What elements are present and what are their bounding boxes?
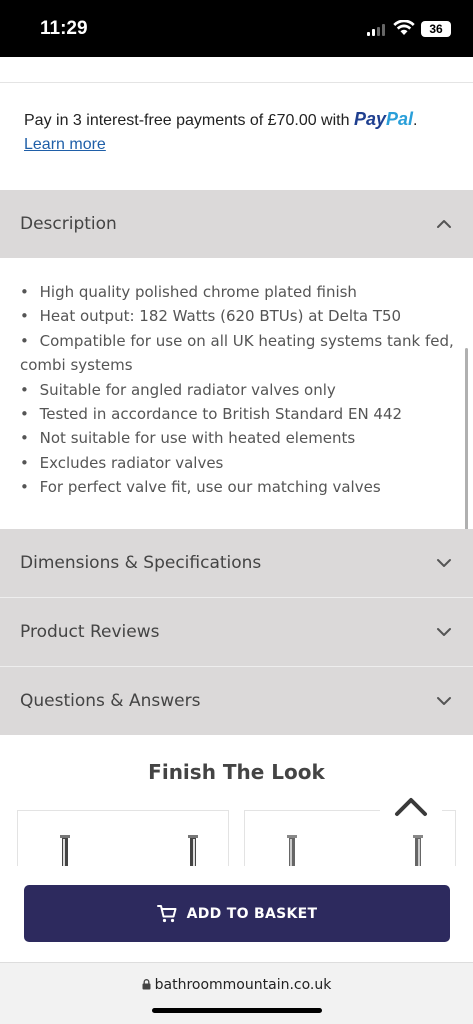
add-to-basket-label: ADD TO BASKET xyxy=(186,905,318,922)
chevron-up-icon xyxy=(437,220,451,228)
scroll-to-top-button[interactable] xyxy=(380,786,442,828)
list-item: • Excludes radiator valves xyxy=(20,453,224,472)
home-indicator[interactable] xyxy=(152,1008,322,1013)
lock-icon xyxy=(142,979,151,990)
paypal-text: Pay in 3 interest-free payments of £70.0… xyxy=(24,112,354,129)
add-to-basket-button[interactable]: ADD TO BASKET xyxy=(24,885,450,942)
cart-icon xyxy=(156,904,177,922)
list-item: • Suitable for angled radiator valves on… xyxy=(20,380,336,399)
accordion-title: Questions & Answers xyxy=(20,691,201,711)
description-list: • High quality polished chrome plated fi… xyxy=(20,280,460,500)
list-item: • Heat output: 182 Watts (620 BTUs) at D… xyxy=(20,307,402,326)
paypal-logo: PayPal xyxy=(353,109,414,129)
accordion-dimensions[interactable]: Dimensions & Specifications xyxy=(0,529,473,597)
chevron-down-icon xyxy=(437,697,451,705)
accordion-title: Description xyxy=(20,214,117,234)
browser-url-bar[interactable]: bathroommountain.co.uk xyxy=(0,962,473,1024)
learn-more-link[interactable]: Learn more xyxy=(24,134,106,156)
signal-icon xyxy=(367,24,387,36)
accordion-reviews[interactable]: Product Reviews xyxy=(0,598,473,666)
list-item: • Compatible for use on all UK heating s… xyxy=(20,331,454,375)
chevron-down-icon xyxy=(437,628,451,636)
battery-icon: 36 xyxy=(421,21,451,37)
paypal-message: Pay in 3 interest-free payments of £70.0… xyxy=(24,108,454,156)
list-item: • Not suitable for use with heated eleme… xyxy=(20,429,356,448)
list-item: • For perfect valve fit, use our matchin… xyxy=(20,478,381,497)
status-time: 11:29 xyxy=(40,18,88,39)
status-bar: 11:29 36 xyxy=(0,0,473,57)
wifi-icon xyxy=(393,20,415,35)
url-text: bathroommountain.co.uk xyxy=(154,977,332,993)
divider xyxy=(0,82,473,83)
url-display[interactable]: bathroommountain.co.uk xyxy=(0,977,473,993)
section-title: Finish The Look xyxy=(148,760,325,784)
accordion-description[interactable]: Description xyxy=(0,190,473,258)
accordion-title: Dimensions & Specifications xyxy=(20,553,262,573)
list-item: • Tested in accordance to British Standa… xyxy=(20,405,403,424)
chevron-up-icon xyxy=(395,798,427,816)
list-item: • High quality polished chrome plated fi… xyxy=(20,283,357,301)
accordion-title: Product Reviews xyxy=(20,622,160,642)
page-scrollbar[interactable] xyxy=(465,348,468,543)
chevron-down-icon xyxy=(437,559,451,567)
accordion-questions[interactable]: Questions & Answers xyxy=(0,667,473,735)
